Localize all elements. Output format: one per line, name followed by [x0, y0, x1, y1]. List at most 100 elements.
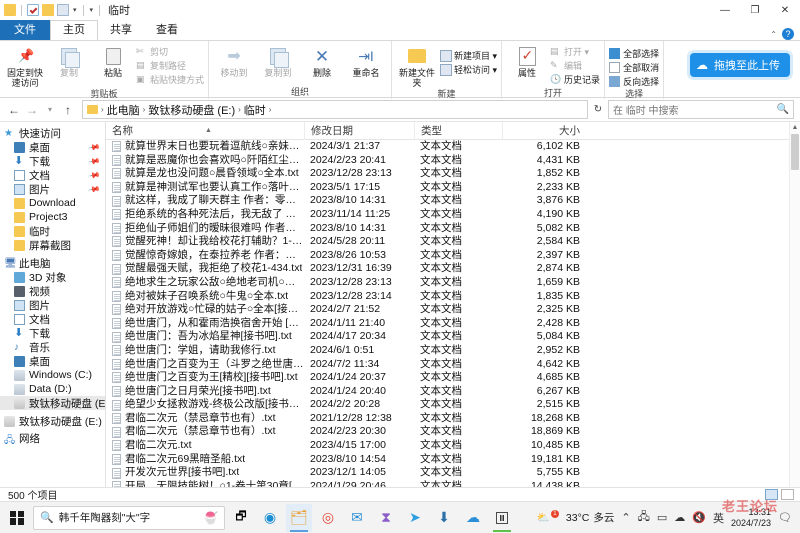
downloader-button[interactable]: ⬇	[431, 504, 457, 532]
select-all-button[interactable]: 全部选择	[609, 47, 659, 60]
forward-button[interactable]: →	[24, 103, 40, 117]
notifications-icon[interactable]: 🗨	[778, 511, 792, 524]
column-header-type[interactable]: 类型	[414, 122, 502, 140]
table-row[interactable]: 就算是恶魔你也会喜欢吗○阡陌红尘○全本.txt 2024/2/23 20:41 文本…	[106, 154, 789, 168]
large-icons-view-icon[interactable]	[781, 489, 794, 500]
sidebar-item-pictures-pc[interactable]: 图片	[0, 298, 105, 312]
calculator-button[interactable]: Ⅲ	[489, 504, 515, 532]
table-row[interactable]: 君临二次元.txt 2023/4/15 17:00 文本文档 10,485 KB	[106, 439, 789, 453]
tab-view[interactable]: 查看	[144, 21, 190, 40]
maximize-button[interactable]: ❐	[740, 0, 770, 20]
chevron-up-icon[interactable]: ⌃	[621, 511, 630, 524]
customize-chevron-icon[interactable]: ▾	[90, 6, 94, 14]
visual-studio-button[interactable]: ⧗	[373, 504, 399, 532]
sidebar-item-documents-pc[interactable]: 文档	[0, 312, 105, 326]
battery-icon[interactable]: ▭	[657, 511, 667, 524]
table-row[interactable]: 绝望少女拯救游戏-终极公改版[接书吧].txt 2024/2/2 20:28 文本文…	[106, 398, 789, 412]
tab-file[interactable]: 文件	[0, 20, 50, 40]
table-row[interactable]: 君临二次元（禁忌章节也有）.txt 2021/12/28 12:38 文本文档 18,…	[106, 412, 789, 426]
table-row[interactable]: 绝世唐门之日月荣光[接书吧].txt 2024/1/24 20:40 文本文档 6,2…	[106, 385, 789, 399]
drag-to-upload-button[interactable]: ☁ 拖拽至此上传	[690, 53, 790, 77]
table-row[interactable]: 就算是神测试军也要认真工作○落叶白圈○全本... 2023/5/1 17:15 文本…	[106, 181, 789, 195]
table-row[interactable]: 绝地求生之玩家公敌○绝地老司机○连载至364... 2023/12/28 23:1…	[106, 276, 789, 290]
vertical-scrollbar[interactable]: ▲	[789, 122, 800, 487]
recent-locations-button[interactable]: ▾	[42, 105, 58, 114]
up-button[interactable]: ↑	[60, 103, 76, 117]
column-header-date[interactable]: 修改日期	[304, 122, 414, 140]
table-row[interactable]: 绝对被妹子召唤系统○牛鬼○全本.txt 2023/12/28 23:14 文本文档 1…	[106, 290, 789, 304]
table-row[interactable]: 开局，无限技能树！○1-卷十第30章[接书吧].txt 2024/1/29 20:…	[106, 480, 789, 487]
sidebar-item-downloads[interactable]: ⬇ 下载 📌	[0, 154, 105, 168]
file-rows[interactable]: 就算世界末日也要玩着逗航线○亲妹煮酒○无尽... 2024/3/1 21:37 文本…	[106, 140, 789, 487]
chevron-down-icon[interactable]: ▾	[73, 6, 77, 14]
search-input[interactable]: 在 临时 中搜索 🔍	[608, 100, 794, 119]
back-button[interactable]: ←	[6, 103, 22, 117]
breadcrumb-item-folder[interactable]: 临时	[244, 102, 266, 118]
weather-widget[interactable]: ⛅ 1 33°C 多云	[537, 509, 614, 525]
properties-icon[interactable]	[57, 4, 69, 16]
delete-button[interactable]: ✕ 删除	[301, 43, 343, 79]
table-row[interactable]: 就算世界末日也要玩着逗航线○亲妹煮酒○无尽... 2024/3/1 21:37 文本…	[106, 140, 789, 154]
new-folder-button[interactable]: 新建文件夹	[396, 43, 438, 88]
copy-to-button[interactable]: 复制到	[257, 43, 299, 78]
table-row[interactable]: 绝世唐门：吾为冰焰星神[接书吧].txt 2024/4/17 20:34 文本文档 5…	[106, 330, 789, 344]
breadcrumb-item-drive[interactable]: 致钛移动硬盘 (E:)	[148, 102, 235, 118]
navigation-pane[interactable]: ★ 快速访问 桌面 📌 ⬇ 下载 📌 文档 📌 图片 📌 Download Pr…	[0, 122, 105, 487]
checkmark-icon[interactable]	[27, 4, 39, 16]
table-row[interactable]: 觉醒死神！却让我给校花打辅助？1-417.txt 2024/5/28 20:11 文…	[106, 235, 789, 249]
table-row[interactable]: 绝世唐门之百变为王（斗罗之绝世唐门雄美王）... 2024/7/2 11:34 文本…	[106, 358, 789, 372]
sidebar-item-project3[interactable]: Project3	[0, 210, 105, 224]
table-row[interactable]: 拒绝仙子师姐们的暧昧很难吗 作者：悠悠略.txt 2023/8/10 14:31 文…	[106, 222, 789, 236]
open-button[interactable]: ▤ 打开 ▾	[550, 45, 600, 58]
breadcrumb-item-this-pc[interactable]: 此电脑	[107, 102, 140, 118]
copy-button[interactable]: 复制	[48, 43, 90, 78]
properties-button[interactable]: 属性	[506, 43, 548, 78]
tab-home[interactable]: 主页	[50, 20, 98, 41]
sidebar-item-temp[interactable]: 临时	[0, 224, 105, 238]
sidebar-item-desktop-pc[interactable]: 桌面	[0, 354, 105, 368]
task-view-button[interactable]: 🗗	[228, 504, 254, 532]
sidebar-item-music[interactable]: ♪ 音乐	[0, 340, 105, 354]
breadcrumb[interactable]: › 此电脑 › 致钛移动硬盘 (E:) › 临时 ›	[82, 100, 588, 119]
sidebar-item-screenshots[interactable]: 屏幕截图	[0, 238, 105, 252]
sidebar-item-3d-objects[interactable]: 3D 对象	[0, 270, 105, 284]
volume-mute-icon[interactable]: 🔇	[692, 511, 706, 524]
start-button[interactable]	[4, 504, 30, 532]
cloud-drive-button[interactable]: ☁	[460, 504, 486, 532]
sidebar-item-downloads-pc[interactable]: ⬇ 下载	[0, 326, 105, 340]
sidebar-item-usb-drive-e[interactable]: 致钛移动硬盘 (E:)	[0, 396, 105, 410]
table-row[interactable]: 就这样，我成了聊天群主 作者：零先.txt 2023/8/10 14:31 文本文档…	[106, 194, 789, 208]
easy-access-button[interactable]: 轻松访问 ▾	[440, 63, 497, 76]
table-row[interactable]: 觉醒最强天赋，我拒绝了校花1-434.txt 2023/12/31 16:39 文本…	[106, 262, 789, 276]
sidebar-item-documents[interactable]: 文档 📌	[0, 168, 105, 182]
onedrive-icon[interactable]: ☁	[674, 511, 685, 524]
paste-button[interactable]: 粘贴	[92, 43, 134, 78]
table-row[interactable]: 开发次元世界[接书吧].txt 2023/12/1 14:05 文本文档 5,755 …	[106, 466, 789, 480]
new-item-button[interactable]: 新建项目 ▾	[440, 49, 497, 62]
sidebar-item-data-d[interactable]: Data (D:)	[0, 382, 105, 396]
table-row[interactable]: 绝对开放游戏○忙碌的姑子○全本[接书吧].txt 2024/2/7 21:52 文本…	[106, 303, 789, 317]
close-button[interactable]: ✕	[770, 0, 800, 20]
sidebar-item-usb-drive-root[interactable]: 致钛移动硬盘 (E:)	[0, 414, 105, 428]
tab-share[interactable]: 共享	[98, 21, 144, 40]
copy-path-button[interactable]: ▤ 复制路径	[136, 59, 204, 72]
edit-button[interactable]: ✎ 编辑	[550, 59, 600, 72]
sidebar-item-windows-c[interactable]: Windows (C:)	[0, 368, 105, 382]
sidebar-item-quick-access[interactable]: ★ 快速访问	[0, 126, 105, 140]
table-row[interactable]: 绝世唐门：学姐，请助我修行.txt 2024/6/1 0:51 文本文档 2,952 …	[106, 344, 789, 358]
sidebar-item-network[interactable]: 🖧 网络	[0, 431, 105, 446]
history-button[interactable]: 🕓 历史记录	[550, 73, 600, 86]
refresh-icon[interactable]: ↻	[590, 104, 606, 115]
move-to-button[interactable]: ➡ 移动到	[213, 43, 255, 78]
rename-button[interactable]: ⇥I 重命名	[345, 43, 387, 79]
sidebar-item-download-folder[interactable]: Download	[0, 196, 105, 210]
sidebar-item-videos[interactable]: 视频	[0, 284, 105, 298]
file-explorer-button[interactable]: 🗂	[286, 503, 312, 532]
table-row[interactable]: 君临二次元（禁忌章节也有）.txt 2024/2/23 20:30 文本文档 18,8…	[106, 425, 789, 439]
taskbar-search-input[interactable]: 🔍 韩千年陶器刻"大"字 🍧	[33, 505, 225, 530]
help-icon[interactable]: ?	[782, 28, 794, 40]
column-header-name[interactable]: 名称 ▲	[106, 122, 304, 140]
cut-button[interactable]: ✄ 剪切	[136, 45, 204, 58]
chevron-up-icon[interactable]: ⌃	[770, 30, 777, 39]
microsoft-edge-button[interactable]: ◉	[257, 504, 283, 532]
